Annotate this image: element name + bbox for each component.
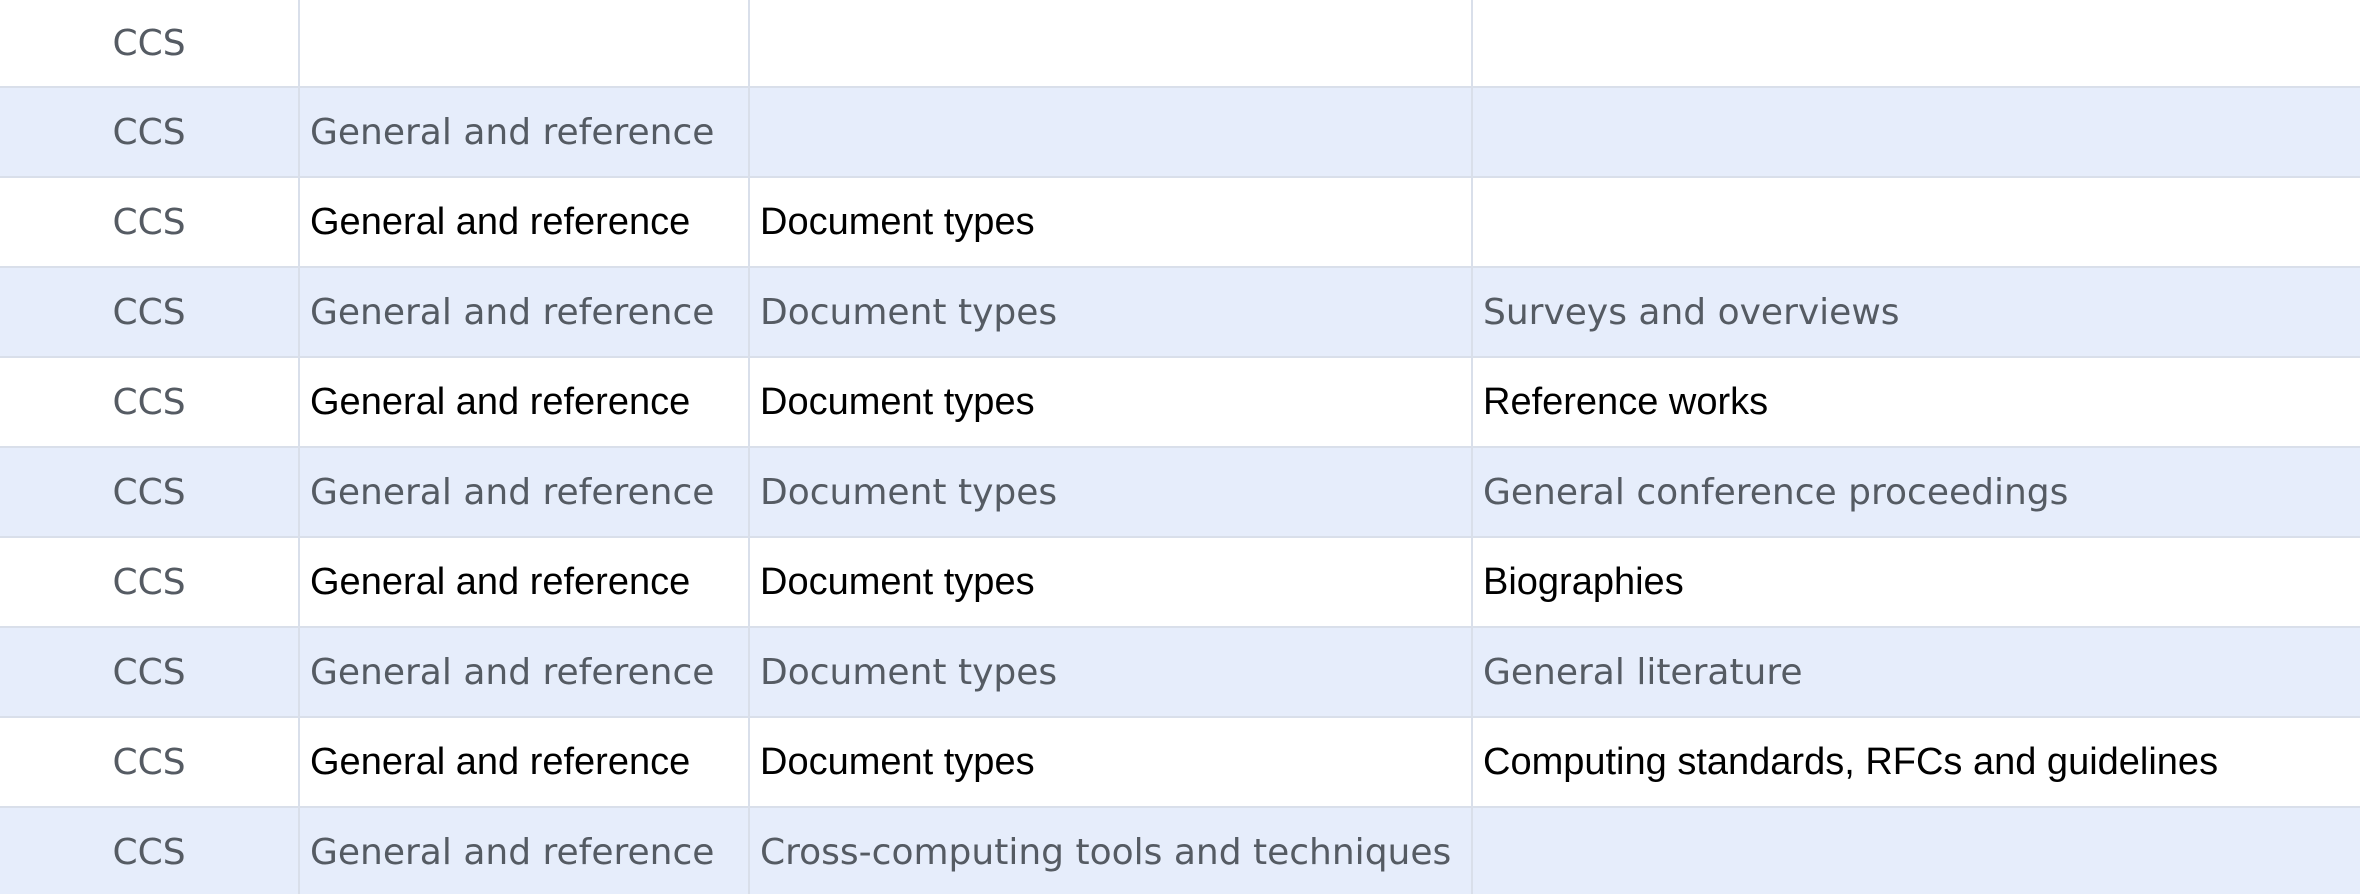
table-row: CCS [0,0,2360,88]
cell-level-2[interactable]: Document types [750,268,1473,356]
cell-ccs[interactable]: CCS [0,358,300,446]
cell-ccs[interactable]: CCS [0,448,300,536]
cell-ccs[interactable]: CCS [0,268,300,356]
cell-level-3[interactable]: General literature [1473,628,2360,716]
cell-level-3[interactable]: Computing standards, RFCs and guidelines [1473,718,2360,806]
cell-level-1[interactable]: General and reference [300,358,750,446]
cell-level-3[interactable]: General conference proceedings [1473,448,2360,536]
cell-level-1[interactable]: General and reference [300,178,750,266]
cell-level-3[interactable] [1473,808,2360,894]
cell-level-2[interactable]: Cross-computing tools and techniques [750,808,1473,894]
cell-level-1[interactable]: General and reference [300,718,750,806]
cell-level-1[interactable]: General and reference [300,88,750,176]
cell-level-2[interactable] [750,88,1473,176]
cell-ccs[interactable]: CCS [0,88,300,176]
table-row: CCS General and reference Document types… [0,448,2360,538]
cell-level-2[interactable]: Document types [750,448,1473,536]
table-row: CCS General and reference [0,88,2360,178]
cell-ccs[interactable]: CCS [0,628,300,716]
cell-level-3[interactable] [1473,178,2360,266]
table-row: CCS General and reference Document types… [0,628,2360,718]
cell-level-3[interactable] [1473,88,2360,176]
spreadsheet-grid: CCS CCS General and reference CCS Genera… [0,0,2360,894]
cell-ccs[interactable]: CCS [0,808,300,894]
cell-ccs[interactable]: CCS [0,538,300,626]
table-row: CCS General and reference Document types… [0,718,2360,808]
cell-level-1[interactable]: General and reference [300,538,750,626]
cell-level-1[interactable]: General and reference [300,808,750,894]
cell-ccs[interactable]: CCS [0,178,300,266]
cell-level-2[interactable]: Document types [750,718,1473,806]
table-row: CCS General and reference Document types… [0,358,2360,448]
cell-level-2[interactable]: Document types [750,538,1473,626]
cell-level-2[interactable]: Document types [750,628,1473,716]
cell-level-1[interactable] [300,0,750,86]
cell-level-3[interactable] [1473,0,2360,86]
cell-ccs[interactable]: CCS [0,0,300,86]
cell-level-2[interactable]: Document types [750,358,1473,446]
cell-level-3[interactable]: Reference works [1473,358,2360,446]
cell-level-3[interactable]: Biographies [1473,538,2360,626]
cell-level-2[interactable] [750,0,1473,86]
cell-level-1[interactable]: General and reference [300,448,750,536]
table-row: CCS General and reference Document types [0,178,2360,268]
table-row: CCS General and reference Document types… [0,538,2360,628]
cell-level-3[interactable]: Surveys and overviews [1473,268,2360,356]
cell-level-1[interactable]: General and reference [300,628,750,716]
cell-ccs[interactable]: CCS [0,718,300,806]
cell-level-2[interactable]: Document types [750,178,1473,266]
table-row: CCS General and reference Cross-computin… [0,808,2360,894]
cell-level-1[interactable]: General and reference [300,268,750,356]
table-row: CCS General and reference Document types… [0,268,2360,358]
